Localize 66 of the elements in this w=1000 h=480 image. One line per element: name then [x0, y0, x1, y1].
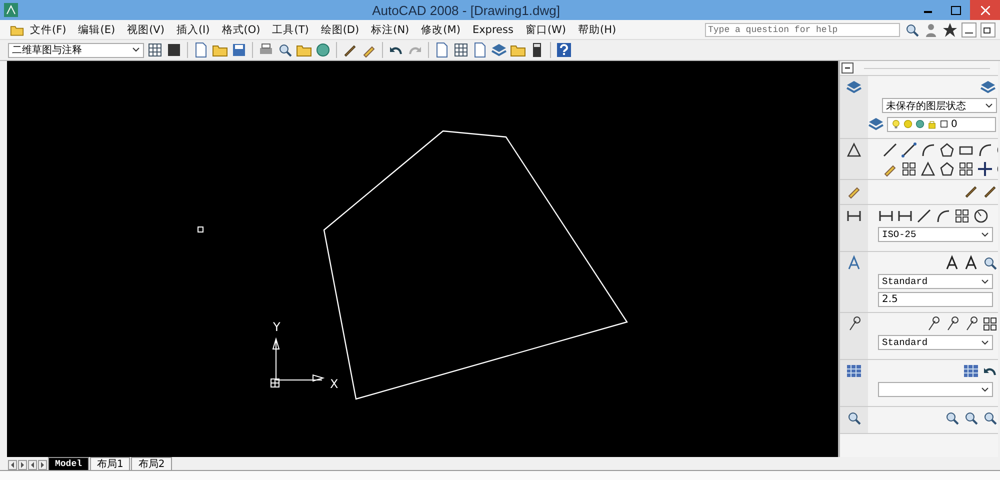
x-axis-label: X	[330, 377, 338, 391]
app-icon	[4, 3, 18, 17]
polyline-icon[interactable]	[901, 142, 917, 158]
search-icon[interactable]	[904, 22, 920, 38]
help-icon[interactable]	[556, 42, 572, 58]
menu-item[interactable]: 工具(T)	[266, 22, 315, 36]
layer-properties-icon[interactable]	[868, 116, 884, 132]
aligned-dimension-icon[interactable]	[897, 208, 913, 224]
window-title: AutoCAD 2008 - [Drawing1.dwg]	[371, 2, 561, 18]
layout-tab[interactable]: Model	[48, 457, 90, 470]
multiline-text-icon[interactable]	[944, 255, 960, 271]
collapse-icon[interactable]	[840, 60, 856, 76]
menu-item[interactable]: 绘图(D)	[314, 22, 366, 36]
menu-item[interactable]: 格式(O)	[216, 22, 266, 36]
star-icon[interactable]	[942, 22, 958, 38]
ucs-axes-icon	[270, 337, 325, 388]
radius-icon[interactable]	[935, 208, 951, 224]
polygon-icon[interactable]	[939, 142, 955, 158]
workspace-dropdown[interactable]: 二维草图与注释	[8, 42, 144, 58]
layer-states-icon[interactable]	[980, 79, 996, 95]
close-icon	[980, 6, 990, 14]
menu-item[interactable]: 文件(F)	[24, 22, 72, 36]
zoom-icon[interactable]	[846, 410, 862, 426]
preview-icon[interactable]	[277, 42, 293, 58]
maximize-icon	[951, 6, 961, 14]
line-icon[interactable]	[882, 142, 898, 158]
table-icon[interactable]	[963, 363, 979, 379]
find-text-icon[interactable]	[982, 255, 998, 271]
save-icon[interactable]	[231, 42, 247, 58]
layer-state-dropdown[interactable]: 未保存的图层状态	[882, 98, 997, 113]
restore-icon[interactable]	[980, 22, 996, 38]
tab-scroll-arrow[interactable]	[38, 460, 47, 470]
layout-tab[interactable]: 布局1	[90, 457, 130, 470]
point-marker	[198, 226, 204, 232]
table-icon[interactable]	[846, 363, 862, 379]
menu-item[interactable]: 视图(V)	[121, 22, 170, 36]
dimension-icon[interactable]	[846, 208, 862, 224]
layers-icon[interactable]	[846, 79, 862, 95]
menu-item[interactable]: 修改(M)	[415, 22, 466, 36]
layers-icon[interactable]	[491, 42, 507, 58]
dimension-style-dropdown[interactable]: ISO-25	[878, 227, 993, 242]
menu-item[interactable]: 帮助(H)	[572, 22, 622, 36]
menu-item[interactable]: 窗口(W)	[519, 22, 572, 36]
y-axis-label: Y	[273, 320, 280, 334]
help-search-field[interactable]: Type a question for help	[705, 22, 900, 36]
text-style-dropdown[interactable]: Standard	[878, 274, 993, 289]
arc-icon[interactable]	[977, 142, 993, 158]
close-button[interactable]	[970, 0, 1000, 20]
layout-tab[interactable]: 布局2	[131, 457, 172, 470]
drawing-canvas[interactable]: Y X	[7, 61, 838, 457]
menu-item[interactable]: 插入(I)	[170, 22, 216, 36]
menu-item[interactable]: 编辑(E)	[72, 22, 122, 36]
layer-dropdown[interactable]: 0	[887, 116, 996, 132]
single-line-text-icon[interactable]	[963, 255, 979, 271]
multileader-style-dropdown[interactable]: Standard	[878, 335, 993, 350]
tab-scroll-arrow[interactable]	[18, 460, 27, 470]
menu-item[interactable]: Express	[466, 24, 520, 36]
linear-dimension-icon[interactable]	[878, 208, 894, 224]
text-icon[interactable]	[846, 255, 862, 271]
minimize-icon[interactable]	[961, 22, 977, 38]
text-height-field[interactable]: 2.5	[878, 292, 993, 307]
move-icon[interactable]	[977, 161, 993, 177]
menu-item[interactable]: 标注(N)	[365, 22, 416, 36]
globe-icon[interactable]	[315, 42, 331, 58]
new-file-icon[interactable]	[193, 42, 209, 58]
array-icon[interactable]	[958, 161, 974, 177]
